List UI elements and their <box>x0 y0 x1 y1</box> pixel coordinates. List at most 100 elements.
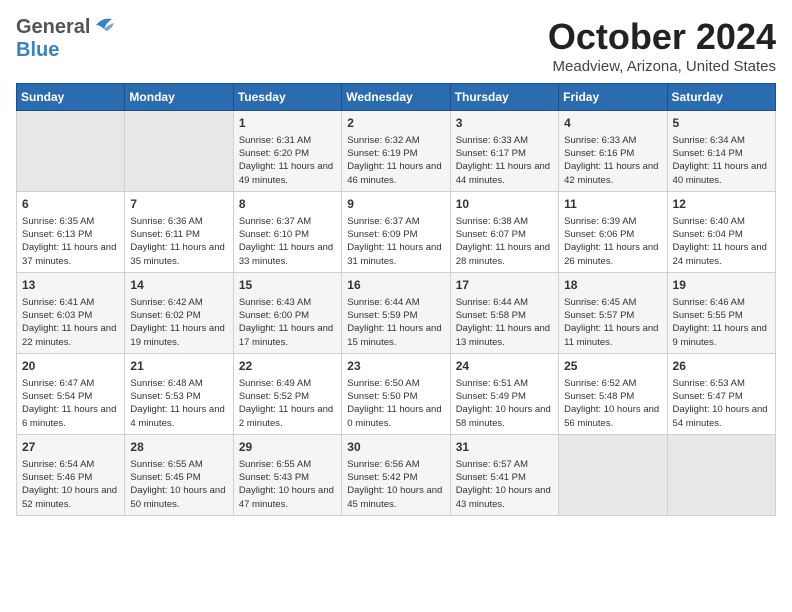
day-number: 1 <box>239 115 336 132</box>
calendar-cell <box>125 111 233 192</box>
day-info: Sunrise: 6:56 AMSunset: 5:42 PMDaylight:… <box>347 458 444 511</box>
day-number: 21 <box>130 358 227 375</box>
calendar-cell: 25 Sunrise: 6:52 AMSunset: 5:48 PMDayligh… <box>559 353 667 434</box>
day-info: Sunrise: 6:48 AMSunset: 5:53 PMDaylight:… <box>130 377 227 430</box>
calendar-cell: 29Sunrise: 6:55 AMSunset: 5:43 PMDayligh… <box>233 434 341 515</box>
calendar-week-row: 20 Sunrise: 6:47 AMSunset: 5:54 PMDayligh… <box>17 353 776 434</box>
day-number: 29 <box>239 439 336 456</box>
calendar-cell: 8Sunrise: 6:37 AMSunset: 6:10 PMDaylight… <box>233 191 341 272</box>
day-number: 16 <box>347 277 444 294</box>
calendar-cell: 30 Sunrise: 6:56 AMSunset: 5:42 PMDayligh… <box>342 434 450 515</box>
day-number: 10 <box>456 196 553 213</box>
day-info: Sunrise: 6:49 AMSunset: 5:52 PMDaylight:… <box>239 377 336 430</box>
day-number: 28 <box>130 439 227 456</box>
day-info: Sunrise: 6:50 AMSunset: 5:50 PMDaylight:… <box>347 377 444 430</box>
day-info: Sunrise: 6:54 AMSunset: 5:46 PMDaylight:… <box>22 458 119 511</box>
day-info: Sunrise: 6:47 AMSunset: 5:54 PMDaylight:… <box>22 377 119 430</box>
col-saturday: Saturday <box>667 84 775 111</box>
calendar-cell: 15 Sunrise: 6:43 AMSunset: 6:00 PMDayligh… <box>233 272 341 353</box>
calendar-week-row: 27 Sunrise: 6:54 AMSunset: 5:46 PMDayligh… <box>17 434 776 515</box>
day-number: 2 <box>347 115 444 132</box>
day-number: 24 <box>456 358 553 375</box>
calendar-cell: 17 Sunrise: 6:44 AMSunset: 5:58 PMDayligh… <box>450 272 558 353</box>
calendar-cell: 19Sunrise: 6:46 AMSunset: 5:55 PMDayligh… <box>667 272 775 353</box>
day-number: 7 <box>130 196 227 213</box>
day-info: Sunrise: 6:55 AMSunset: 5:45 PMDaylight:… <box>130 458 227 511</box>
logo-bird-icon <box>92 15 118 37</box>
calendar-cell: 2 Sunrise: 6:32 AMSunset: 6:19 PMDaylight… <box>342 111 450 192</box>
day-number: 19 <box>673 277 770 294</box>
location: Meadview, Arizona, United States <box>548 58 776 75</box>
calendar-cell: 9 Sunrise: 6:37 AMSunset: 6:09 PMDaylight… <box>342 191 450 272</box>
day-number: 30 <box>347 439 444 456</box>
day-number: 6 <box>22 196 119 213</box>
day-info: Sunrise: 6:33 AMSunset: 6:17 PMDaylight:… <box>456 134 553 187</box>
day-number: 11 <box>564 196 661 213</box>
day-info: Sunrise: 6:51 AMSunset: 5:49 PMDaylight:… <box>456 377 553 430</box>
col-tuesday: Tuesday <box>233 84 341 111</box>
day-number: 12 <box>673 196 770 213</box>
col-thursday: Thursday <box>450 84 558 111</box>
day-info: Sunrise: 6:44 AMSunset: 5:58 PMDaylight:… <box>456 296 553 349</box>
calendar-cell <box>17 111 125 192</box>
day-info: Sunrise: 6:36 AMSunset: 6:11 PMDaylight:… <box>130 215 227 268</box>
calendar-cell: 28 Sunrise: 6:55 AMSunset: 5:45 PMDayligh… <box>125 434 233 515</box>
col-wednesday: Wednesday <box>342 84 450 111</box>
calendar-cell: 5Sunrise: 6:34 AMSunset: 6:14 PMDaylight… <box>667 111 775 192</box>
day-number: 27 <box>22 439 119 456</box>
calendar-body: 1 Sunrise: 6:31 AMSunset: 6:20 PMDaylight… <box>17 111 776 516</box>
calendar-cell: 12 Sunrise: 6:40 AMSunset: 6:04 PMDayligh… <box>667 191 775 272</box>
day-info: Sunrise: 6:33 AMSunset: 6:16 PMDaylight:… <box>564 134 661 187</box>
day-number: 22 <box>239 358 336 375</box>
day-info: Sunrise: 6:43 AMSunset: 6:00 PMDaylight:… <box>239 296 336 349</box>
day-info: Sunrise: 6:41 AMSunset: 6:03 PMDaylight:… <box>22 296 119 349</box>
day-number: 20 <box>22 358 119 375</box>
title-section: October 2024 Meadview, Arizona, United S… <box>548 16 776 75</box>
calendar-cell: 10Sunrise: 6:38 AMSunset: 6:07 PMDayligh… <box>450 191 558 272</box>
logo: General Blue <box>16 16 118 62</box>
day-number: 25 <box>564 358 661 375</box>
calendar-cell: 3 Sunrise: 6:33 AMSunset: 6:17 PMDaylight… <box>450 111 558 192</box>
day-info: Sunrise: 6:53 AMSunset: 5:47 PMDaylight:… <box>673 377 770 430</box>
col-monday: Monday <box>125 84 233 111</box>
header-row: Sunday Monday Tuesday Wednesday Thursday… <box>17 84 776 111</box>
calendar-cell: 6Sunrise: 6:35 AMSunset: 6:13 PMDaylight… <box>17 191 125 272</box>
day-info: Sunrise: 6:42 AMSunset: 6:02 PMDaylight:… <box>130 296 227 349</box>
calendar-cell: 31Sunrise: 6:57 AMSunset: 5:41 PMDayligh… <box>450 434 558 515</box>
logo-general: General <box>16 16 90 39</box>
calendar-cell: 26Sunrise: 6:53 AMSunset: 5:47 PMDayligh… <box>667 353 775 434</box>
calendar-table: Sunday Monday Tuesday Wednesday Thursday… <box>16 83 776 516</box>
day-number: 9 <box>347 196 444 213</box>
calendar-cell: 4 Sunrise: 6:33 AMSunset: 6:16 PMDaylight… <box>559 111 667 192</box>
day-number: 5 <box>673 115 770 132</box>
calendar-cell: 13 Sunrise: 6:41 AMSunset: 6:03 PMDayligh… <box>17 272 125 353</box>
calendar-cell: 23Sunrise: 6:50 AMSunset: 5:50 PMDayligh… <box>342 353 450 434</box>
day-info: Sunrise: 6:32 AMSunset: 6:19 PMDaylight:… <box>347 134 444 187</box>
page-header: General Blue October 2024 Meadview, Ariz… <box>16 16 776 75</box>
day-number: 17 <box>456 277 553 294</box>
day-info: Sunrise: 6:40 AMSunset: 6:04 PMDaylight:… <box>673 215 770 268</box>
col-friday: Friday <box>559 84 667 111</box>
calendar-cell: 7 Sunrise: 6:36 AMSunset: 6:11 PMDaylight… <box>125 191 233 272</box>
day-number: 8 <box>239 196 336 213</box>
calendar-cell: 14Sunrise: 6:42 AMSunset: 6:02 PMDayligh… <box>125 272 233 353</box>
day-number: 31 <box>456 439 553 456</box>
day-info: Sunrise: 6:44 AMSunset: 5:59 PMDaylight:… <box>347 296 444 349</box>
day-number: 3 <box>456 115 553 132</box>
calendar-week-row: 6Sunrise: 6:35 AMSunset: 6:13 PMDaylight… <box>17 191 776 272</box>
calendar-cell: 11Sunrise: 6:39 AMSunset: 6:06 PMDayligh… <box>559 191 667 272</box>
day-number: 4 <box>564 115 661 132</box>
day-info: Sunrise: 6:31 AMSunset: 6:20 PMDaylight:… <box>239 134 336 187</box>
col-sunday: Sunday <box>17 84 125 111</box>
calendar-cell: 18Sunrise: 6:45 AMSunset: 5:57 PMDayligh… <box>559 272 667 353</box>
day-info: Sunrise: 6:37 AMSunset: 6:09 PMDaylight:… <box>347 215 444 268</box>
calendar-header: Sunday Monday Tuesday Wednesday Thursday… <box>17 84 776 111</box>
month-title: October 2024 <box>548 16 776 58</box>
calendar-cell: 20 Sunrise: 6:47 AMSunset: 5:54 PMDayligh… <box>17 353 125 434</box>
calendar-week-row: 1 Sunrise: 6:31 AMSunset: 6:20 PMDaylight… <box>17 111 776 192</box>
calendar-cell <box>667 434 775 515</box>
calendar-cell: 24 Sunrise: 6:51 AMSunset: 5:49 PMDayligh… <box>450 353 558 434</box>
day-number: 13 <box>22 277 119 294</box>
day-number: 15 <box>239 277 336 294</box>
day-info: Sunrise: 6:52 AMSunset: 5:48 PMDaylight:… <box>564 377 661 430</box>
